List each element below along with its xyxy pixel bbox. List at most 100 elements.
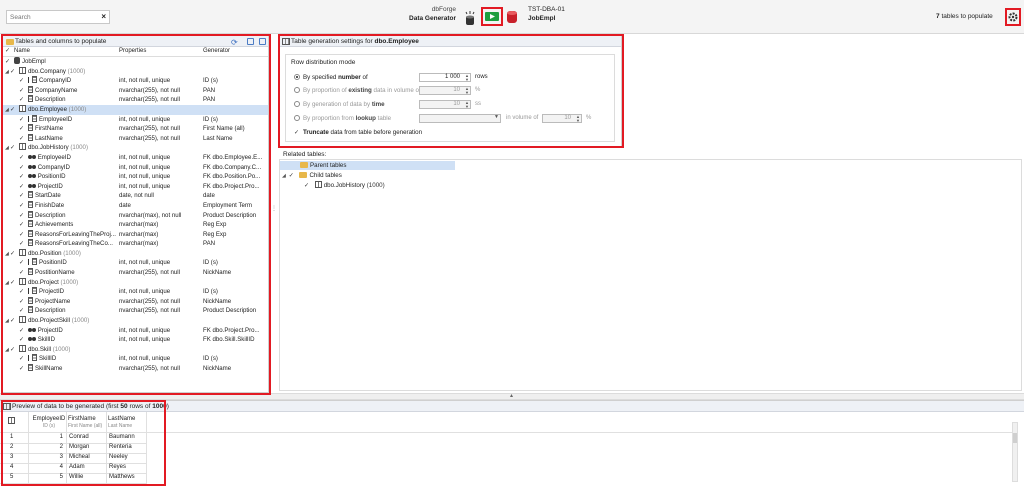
tree-generator-cell[interactable]: FK dbo.Employee.E... [203,153,262,163]
option-by-number[interactable]: By specified number of [294,74,368,81]
tree-table-row[interactable]: ◢✓ dbo.Company (1000) [3,66,268,77]
tree-database-row[interactable]: ✓ JobEmpl [3,57,268,67]
horizontal-splitter[interactable]: ▴ [0,393,1024,400]
tree-column-row[interactable]: ✓ EmployeeID int, not null, unique FK dbo.… [3,153,268,163]
preview-col-firstname[interactable]: FirstName First Name (all) [68,416,102,429]
row-checkbox[interactable]: ✓ [19,117,25,123]
tree-generator-cell[interactable]: ID (s) [203,258,218,268]
row-checkbox[interactable]: ✓ [10,145,16,151]
tree-generator-cell[interactable]: FK dbo.Company.C... [203,163,261,173]
row-checkbox[interactable]: ✓ [5,59,11,65]
tree-column-row[interactable]: ✓ EmployeeID int, not null, unique ID (s) [3,114,268,125]
spinner-arrows-icon[interactable]: ▲ ▼ [465,74,469,82]
tree-column-row[interactable]: ✓ ReasonsForLeavingTheProj... nvarchar(max… [3,229,268,240]
row-checkbox[interactable]: ✓ [19,241,25,247]
database-sync-icon[interactable] [464,11,476,25]
copy-icon[interactable] [247,38,254,45]
child-table-jobhistory[interactable]: ✓ dbo.JobHistory (1000) [280,181,385,190]
radio-by-existing[interactable] [294,87,300,93]
check-all-box[interactable]: ✓ [5,48,11,54]
splitter-handle[interactable]: ⋮ [271,205,277,225]
rows-count-input[interactable]: 1 000 ▲ ▼ [419,73,471,82]
column-header-name[interactable]: Name [14,48,30,54]
child-table-checkbox[interactable]: ✓ [304,183,310,189]
tree-column-row[interactable]: ✓ FirstName nvarchar(255), not null First N… [3,124,268,134]
preview-col-employeeid[interactable]: EmployeeID ID (s) [32,416,66,429]
chevron-down-icon[interactable]: ▼ [494,115,499,120]
tree-generator-cell[interactable]: NickName [203,268,231,278]
row-checkbox[interactable]: ✓ [19,366,25,372]
row-checkbox[interactable]: ✓ [10,318,16,324]
row-checkbox[interactable]: ✓ [19,213,25,219]
spinner-arrows-icon[interactable]: ▲ ▼ [576,115,580,123]
search-box[interactable]: × [6,10,110,24]
row-checkbox[interactable]: ✓ [10,347,16,353]
collapse-arrow-icon[interactable]: ▴ [510,392,513,399]
paste-icon[interactable] [259,38,266,45]
tree-column-row[interactable]: ✓ ProjectID int, not null, unique FK dbo.P… [3,182,268,192]
tree-table-row[interactable]: ◢✓ dbo.Employee (1000) [3,104,268,115]
row-checkbox[interactable]: ✓ [19,97,25,103]
tree-column-row[interactable]: ✓ CompanyID int, not null, unique FK dbo.C… [3,163,268,173]
row-checkbox[interactable]: ✓ [10,69,16,75]
row-checkbox[interactable]: ✓ [19,155,25,161]
tree-column-row[interactable]: ✓ ReasonsForLeavingTheCo... nvarchar(max) P… [3,239,268,249]
search-input[interactable] [7,11,95,23]
generate-button[interactable] [481,7,503,26]
radio-by-time[interactable] [294,101,300,107]
preview-scrollbar[interactable] [1012,422,1018,482]
row-checkbox[interactable]: ✓ [19,136,25,142]
tree-column-row[interactable]: ✓ StartDate date, not null date [3,191,268,201]
tree-table-row[interactable]: ◢✓ dbo.ProjectSkill (1000) [3,316,268,326]
row-checkbox[interactable]: ✓ [19,126,25,132]
tree-generator-cell[interactable]: FK dbo.Position.Po... [203,172,260,182]
tree-generator-cell[interactable]: ID (s) [203,76,218,86]
tree-generator-cell[interactable]: Product Description [203,306,256,316]
row-checkbox[interactable]: ✓ [19,337,25,343]
tree-column-row[interactable]: ✓ ProjectID int, not null, unique FK dbo.P… [3,326,268,336]
tree-column-row[interactable]: ✓ Description nvarchar(max), not null Produ… [3,210,268,221]
lookup-volume-input[interactable]: 10 ▲ ▼ [542,114,582,123]
tree-generator-cell[interactable]: FK dbo.Project.Pro... [203,326,260,336]
tree-generator-cell[interactable]: date [203,191,215,201]
tree-table-row[interactable]: ◢✓ dbo.JobHistory (1000) [3,143,268,153]
row-checkbox[interactable]: ✓ [19,174,25,180]
tree-column-row[interactable]: ✓ FinishDate date Employment Term [3,200,268,211]
row-checkbox[interactable]: ✓ [19,289,25,295]
row-checkbox[interactable]: ✓ [10,251,16,257]
child-tables-checkbox[interactable]: ✓ [289,173,295,179]
tree-column-row[interactable]: ✓ CompanyName nvarchar(255), not null PAN [3,85,268,96]
tree-generator-cell[interactable]: FK dbo.Skill.SkillID [203,335,254,345]
tree-generator-cell[interactable]: Last Name [203,134,232,144]
spinner-arrows-icon[interactable]: ▲ ▼ [465,87,469,95]
tree-generator-cell[interactable]: First Name (all) [203,124,245,134]
tree-column-row[interactable]: ✓ PostitionName nvarchar(255), not null Nic… [3,268,268,278]
truncate-checkbox[interactable]: ✓ [294,130,300,136]
time-input[interactable]: 10 ▲ ▼ [419,100,471,109]
tree-generator-cell[interactable]: PAN [203,86,215,96]
row-checkbox[interactable]: ✓ [19,328,25,334]
row-checkbox[interactable]: ✓ [10,107,16,113]
row-checkbox[interactable]: ✓ [19,260,25,266]
parent-tables-node[interactable]: Parent tables [280,161,455,170]
tree-generator-cell[interactable]: ID (s) [203,354,218,364]
tree-column-row[interactable]: ✓ SkillID int, not null, unique FK dbo.Ski… [3,335,268,345]
row-checkbox[interactable]: ✓ [19,299,25,305]
tree-generator-cell[interactable]: NickName [203,297,231,307]
tree-column-row[interactable]: ✓ LastName nvarchar(255), not null Last Nam… [3,133,268,144]
row-checkbox[interactable]: ✓ [19,165,25,171]
row-checkbox[interactable]: ✓ [19,270,25,276]
spinner-arrows-icon[interactable]: ▲ ▼ [465,101,469,109]
tree-column-row[interactable]: ✓ PositionID int, not null, unique ID (s) [3,258,268,268]
row-checkbox[interactable]: ✓ [19,184,25,190]
radio-by-lookup[interactable] [294,115,300,121]
row-checkbox[interactable]: ✓ [19,222,25,228]
tree-table-row[interactable]: ◢✓ dbo.Project (1000) [3,277,268,288]
scrollbar-thumb[interactable] [1013,433,1017,443]
tree-generator-cell[interactable]: Product Description [203,211,256,221]
tree-column-row[interactable]: ✓ Achievements nvarchar(max) Reg Exp [3,220,268,230]
tree-generator-cell[interactable]: ID (s) [203,115,218,125]
row-checkbox[interactable]: ✓ [10,280,16,286]
option-by-existing[interactable]: By proportion of existing data in volume… [294,87,421,94]
column-header-generator[interactable]: Generator [203,48,230,54]
